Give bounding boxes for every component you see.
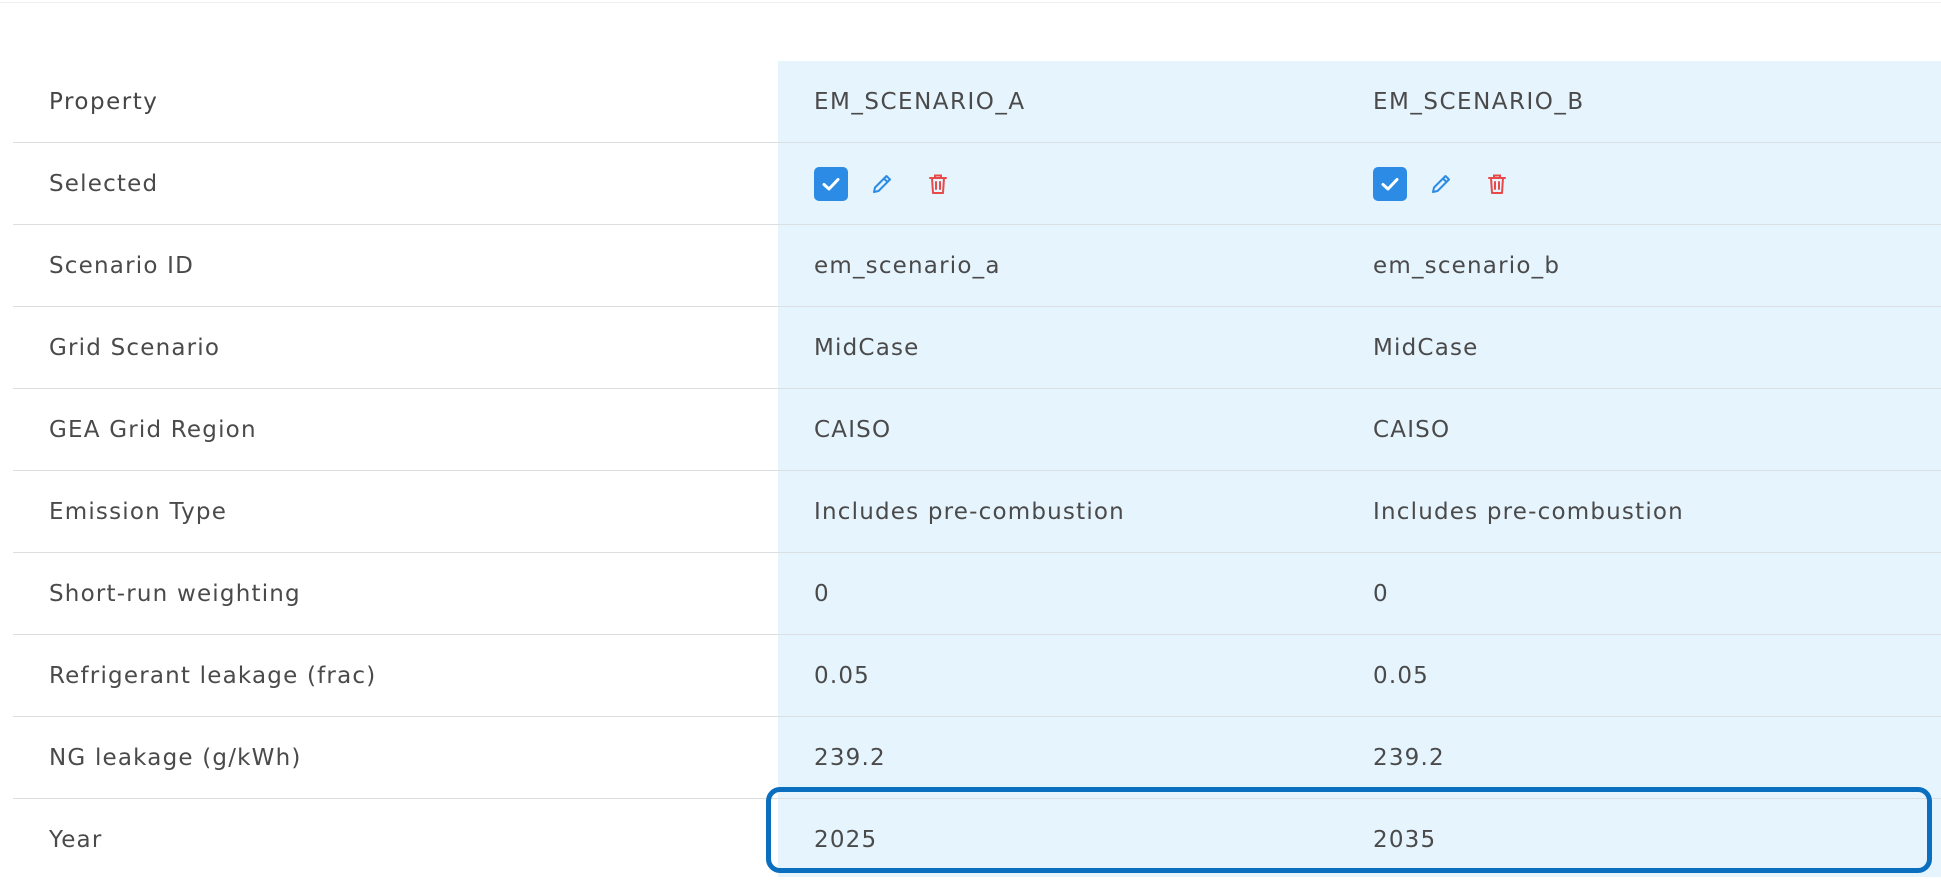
value-scenario-b: Includes pre-combustion: [1373, 498, 1684, 525]
select-checkbox-scenario-a[interactable]: [814, 166, 848, 201]
value-scenario-a: 0.05: [814, 662, 871, 689]
value-scenario-b: MidCase: [1373, 334, 1479, 361]
row-label: Refrigerant leakage (frac): [49, 662, 377, 689]
select-checkbox-scenario-b[interactable]: [1373, 166, 1407, 201]
value-scenario-b: 2035: [1373, 827, 1437, 853]
row-label-selected: Selected: [49, 170, 159, 197]
table-row: NG leakage (g/kWh) 239.2 239.2: [13, 717, 1941, 799]
value-scenario-a: 2025: [814, 827, 878, 853]
table-row: Scenario ID em_scenario_a em_scenario_b: [13, 225, 1941, 307]
value-scenario-a: 239.2: [814, 744, 886, 771]
table-row: Refrigerant leakage (frac) 0.05 0.05: [13, 635, 1941, 717]
row-label: Scenario ID: [49, 252, 194, 279]
pencil-icon: [873, 174, 891, 193]
top-divider: [0, 2, 1941, 3]
row-label: Emission Type: [49, 498, 228, 525]
row-label: Short-run weighting: [49, 580, 301, 607]
value-scenario-b: 0.05: [1373, 662, 1430, 689]
scenario-b-actions: [1373, 143, 1510, 224]
check-icon: [1381, 177, 1399, 190]
table-row-selected: Selected: [13, 143, 1941, 225]
value-scenario-b: 239.2: [1373, 744, 1445, 771]
edit-button-scenario-a[interactable]: [869, 171, 895, 197]
table-header-row: Property EM_SCENARIO_A EM_SCENARIO_B: [13, 61, 1941, 143]
header-scenario-a: EM_SCENARIO_A: [814, 88, 1026, 115]
comparison-table: Property EM_SCENARIO_A EM_SCENARIO_B Sel…: [13, 61, 1941, 881]
table-row: GEA Grid Region CAISO CAISO: [13, 389, 1941, 471]
row-label: Grid Scenario: [49, 334, 221, 361]
value-scenario-a: Includes pre-combustion: [814, 498, 1125, 525]
delete-button-scenario-a[interactable]: [925, 171, 951, 197]
value-scenario-a: em_scenario_a: [814, 252, 1001, 279]
scenario-a-actions: [814, 143, 951, 224]
row-label: GEA Grid Region: [49, 416, 257, 443]
row-label: Year: [49, 827, 103, 853]
header-scenario-b: EM_SCENARIO_B: [1373, 88, 1585, 115]
trash-icon: [929, 174, 947, 194]
delete-button-scenario-b[interactable]: [1484, 171, 1510, 197]
row-label: NG leakage (g/kWh): [49, 744, 302, 771]
value-scenario-a: CAISO: [814, 416, 892, 443]
value-scenario-a: MidCase: [814, 334, 920, 361]
value-scenario-b: 0: [1373, 580, 1389, 607]
table-row: Grid Scenario MidCase MidCase: [13, 307, 1941, 389]
edit-button-scenario-b[interactable]: [1428, 171, 1454, 197]
header-property: Property: [49, 88, 159, 115]
value-scenario-a: 0: [814, 580, 830, 607]
table-row-year: Year 2025 2035: [13, 799, 1941, 881]
trash-icon: [1488, 174, 1506, 194]
table-row: Emission Type Includes pre-combustion In…: [13, 471, 1941, 553]
check-icon: [822, 177, 840, 190]
pencil-icon: [1432, 174, 1450, 193]
value-scenario-b: CAISO: [1373, 416, 1451, 443]
table-row: Short-run weighting 0 0: [13, 553, 1941, 635]
value-scenario-b: em_scenario_b: [1373, 252, 1561, 279]
